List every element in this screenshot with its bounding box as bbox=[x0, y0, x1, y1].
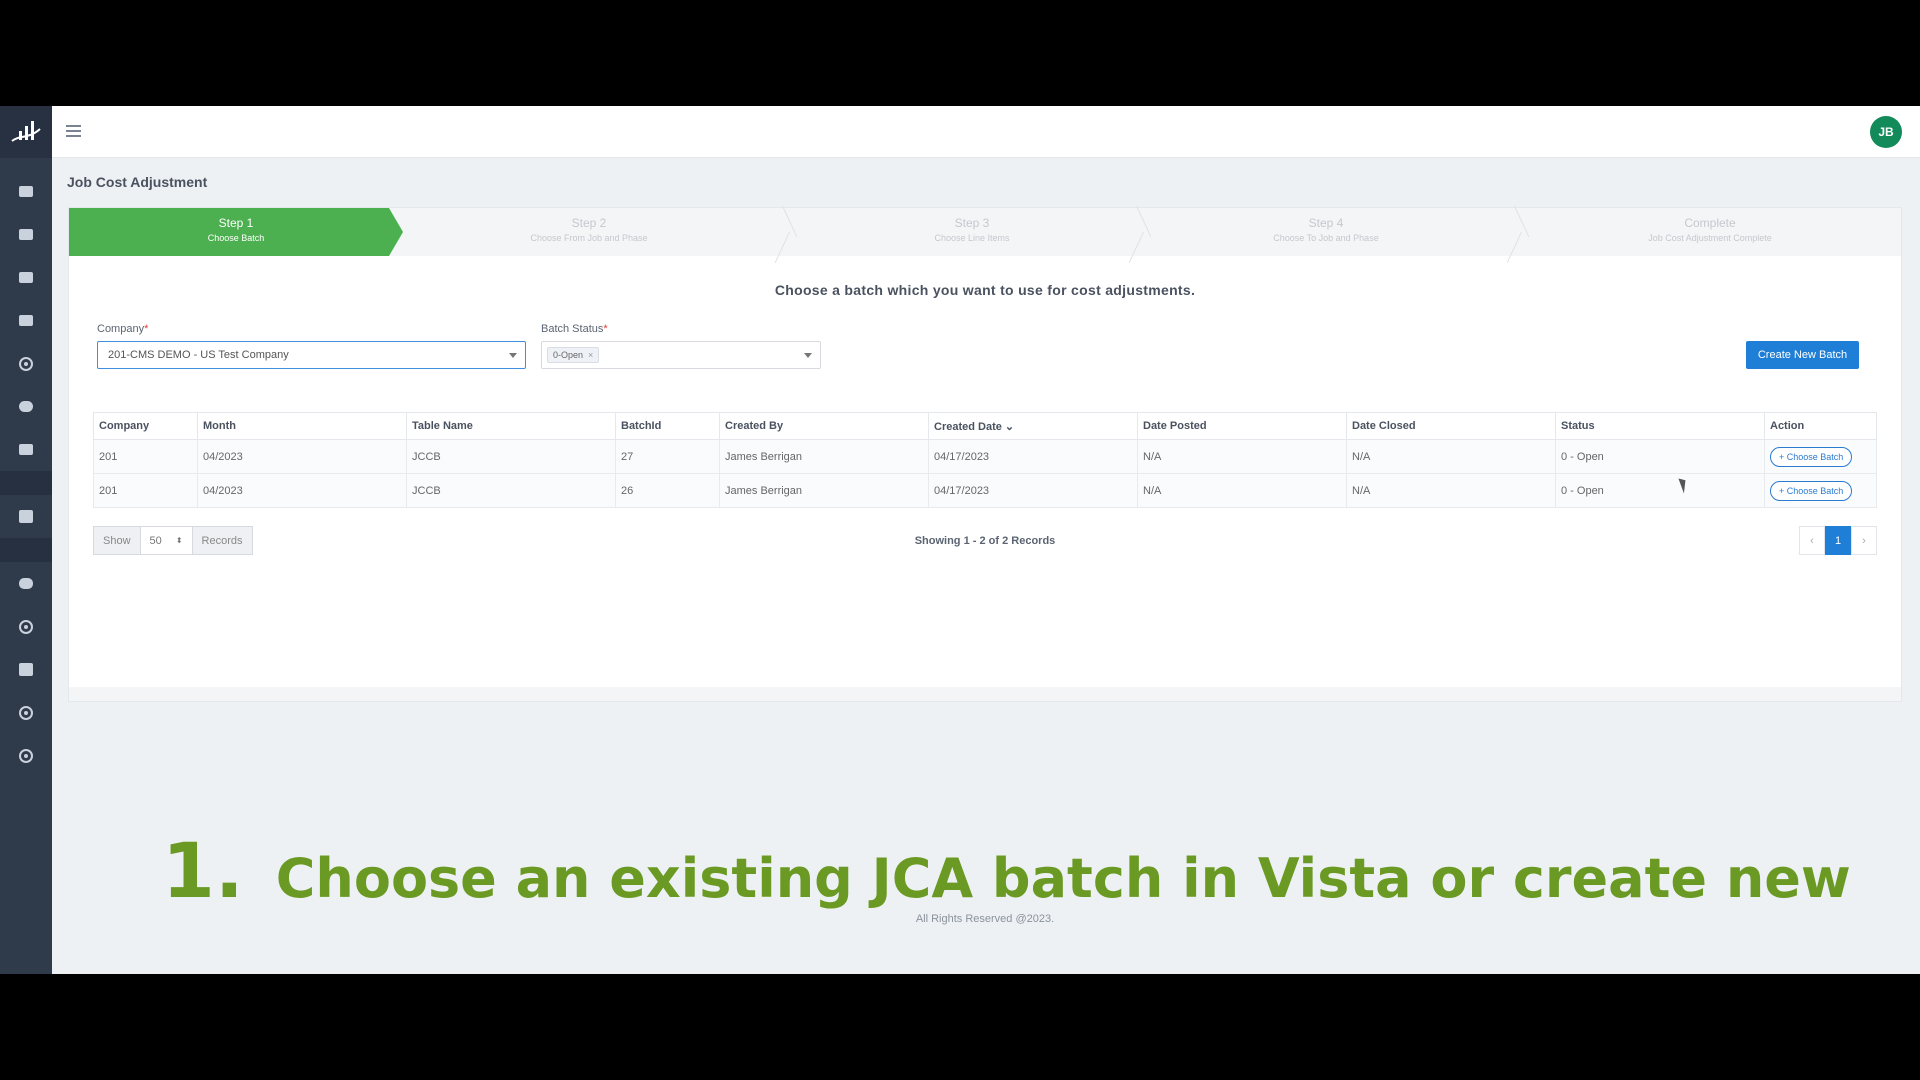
step-2[interactable]: Step 2 Choose From Job and Phase bbox=[403, 208, 775, 256]
building-alt-icon[interactable] bbox=[0, 428, 52, 471]
cloud-upload-icon[interactable] bbox=[0, 385, 52, 428]
building-icon[interactable] bbox=[0, 299, 52, 342]
step-title: Step 2 bbox=[571, 216, 607, 230]
table-cell: N/A bbox=[1137, 473, 1347, 508]
create-new-batch-button[interactable]: Create New Batch bbox=[1746, 341, 1859, 369]
required-mark: * bbox=[603, 323, 608, 335]
dashboard-icon[interactable] bbox=[0, 170, 52, 213]
document-icon[interactable] bbox=[0, 495, 52, 538]
step-complete[interactable]: Complete Job Cost Adjustment Complete bbox=[1519, 208, 1901, 256]
user-avatar[interactable]: JB bbox=[1870, 116, 1902, 148]
step-4[interactable]: Step 4 Choose To Job and Phase bbox=[1141, 208, 1511, 256]
table-row: 201 04/2023 JCCB 26 James Berrigan 04/17… bbox=[93, 473, 1877, 508]
column-header[interactable]: Date Closed bbox=[1346, 412, 1556, 440]
table-cell: N/A bbox=[1137, 439, 1347, 474]
app-logo-icon[interactable] bbox=[0, 106, 52, 158]
sidebar-divider bbox=[0, 538, 52, 562]
target-icon[interactable] bbox=[0, 342, 52, 385]
column-header[interactable]: Status bbox=[1555, 412, 1765, 440]
reports-icon[interactable] bbox=[0, 213, 52, 256]
table-cell: 201 bbox=[93, 473, 198, 508]
batch-status-select[interactable]: 0-Open × bbox=[541, 341, 821, 369]
timer-icon[interactable] bbox=[0, 734, 52, 777]
gear-icon[interactable] bbox=[0, 605, 52, 648]
card-footer-bar bbox=[69, 687, 1901, 701]
table-cell: N/A bbox=[1346, 473, 1556, 508]
table-cell: 04/17/2023 bbox=[928, 473, 1138, 508]
company-select-value: 201-CMS DEMO - US Test Company bbox=[108, 349, 289, 361]
column-header[interactable]: Created Date ⌄ bbox=[928, 412, 1138, 440]
top-bar: JB bbox=[52, 106, 1920, 158]
users-icon[interactable] bbox=[0, 562, 52, 605]
chevron-down-icon bbox=[509, 353, 517, 358]
required-mark: * bbox=[144, 323, 149, 335]
table-cell: + Choose Batch bbox=[1764, 439, 1877, 474]
table-cell: 04/2023 bbox=[197, 473, 407, 508]
step-subtitle: Choose From Job and Phase bbox=[530, 233, 648, 243]
table-cell: 0 - Open bbox=[1555, 473, 1765, 508]
table-cell: 26 bbox=[615, 473, 720, 508]
table-cell: N/A bbox=[1346, 439, 1556, 474]
choose-batch-button[interactable]: + Choose Batch bbox=[1770, 480, 1853, 501]
company-select[interactable]: 201-CMS DEMO - US Test Company bbox=[97, 341, 526, 369]
sort-desc-icon[interactable]: ⌄ bbox=[1005, 421, 1014, 433]
step-3[interactable]: Step 3 Choose Line Items bbox=[787, 208, 1157, 256]
app-frame: JB Job Cost Adjustment Step 1 Choose Bat… bbox=[0, 106, 1920, 974]
column-header[interactable]: Month bbox=[197, 412, 407, 440]
step-1[interactable]: Step 1 Choose Batch bbox=[69, 208, 403, 256]
chart-icon[interactable] bbox=[0, 648, 52, 691]
menu-toggle-icon[interactable] bbox=[66, 125, 81, 137]
step-subtitle: Choose To Job and Phase bbox=[1273, 233, 1379, 243]
table-cell: JCCB bbox=[406, 439, 616, 474]
billing-icon[interactable] bbox=[0, 256, 52, 299]
wizard-card: Step 1 Choose Batch Step 2 Choose From J… bbox=[68, 207, 1902, 702]
column-header: Action bbox=[1764, 412, 1877, 440]
column-header[interactable]: Date Posted bbox=[1137, 412, 1347, 440]
column-header[interactable]: Created By bbox=[719, 412, 929, 440]
column-header[interactable]: Company bbox=[93, 412, 198, 440]
batch-status-label: Batch Status* bbox=[541, 323, 608, 335]
step-subtitle: Choose Batch bbox=[207, 233, 265, 243]
sidebar bbox=[0, 106, 52, 974]
caption-text: Choose an existing JCA batch in Vista or… bbox=[275, 847, 1851, 910]
page-button[interactable]: 1 bbox=[1825, 526, 1851, 555]
instruction-text: Choose a batch which you want to use for… bbox=[774, 282, 1196, 298]
chevron-down-icon bbox=[804, 353, 812, 358]
table-cell: 0 - Open bbox=[1555, 439, 1765, 474]
wizard-steps: Step 1 Choose Batch Step 2 Choose From J… bbox=[69, 208, 1901, 256]
table-cell: 04/17/2023 bbox=[928, 439, 1138, 474]
choose-batch-button[interactable]: + Choose Batch bbox=[1770, 446, 1853, 467]
sidebar-divider bbox=[0, 471, 52, 495]
records-summary: Showing 1 - 2 of 2 Records bbox=[914, 535, 1056, 547]
pagination: ‹ 1 › bbox=[1799, 526, 1877, 555]
table-cell: James Berrigan bbox=[719, 473, 929, 508]
table-row: 201 04/2023 JCCB 27 James Berrigan 04/17… bbox=[93, 439, 1877, 474]
step-title: Step 1 bbox=[218, 216, 254, 230]
next-page-button[interactable]: › bbox=[1851, 526, 1877, 555]
step-title: Complete bbox=[1684, 216, 1736, 230]
globe-icon[interactable] bbox=[0, 691, 52, 734]
footer-copyright: All Rights Reserved @2023. bbox=[915, 913, 1055, 925]
table-cell: 04/2023 bbox=[197, 439, 407, 474]
caption-number: 1. bbox=[162, 826, 244, 915]
column-header[interactable]: BatchId bbox=[615, 412, 720, 440]
step-title: Step 3 bbox=[954, 216, 990, 230]
company-label: Company* bbox=[97, 323, 149, 335]
page-title: Job Cost Adjustment bbox=[67, 174, 208, 190]
step-subtitle: Choose Line Items bbox=[934, 233, 1010, 243]
table-cell: 27 bbox=[615, 439, 720, 474]
status-chip: 0-Open × bbox=[547, 347, 600, 363]
column-header[interactable]: Table Name bbox=[406, 412, 616, 440]
remove-chip-icon[interactable]: × bbox=[588, 350, 593, 360]
tutorial-caption: 1. Choose an existing JCA batch in Vista… bbox=[162, 826, 1851, 915]
table-cell: + Choose Batch bbox=[1764, 473, 1877, 508]
step-title: Step 4 bbox=[1308, 216, 1344, 230]
step-subtitle: Job Cost Adjustment Complete bbox=[1648, 233, 1772, 243]
table-cell: James Berrigan bbox=[719, 439, 929, 474]
prev-page-button[interactable]: ‹ bbox=[1799, 526, 1825, 555]
table-cell: JCCB bbox=[406, 473, 616, 508]
batch-table: Company Month Table Name BatchId Created… bbox=[93, 412, 1877, 508]
table-cell: 201 bbox=[93, 439, 198, 474]
